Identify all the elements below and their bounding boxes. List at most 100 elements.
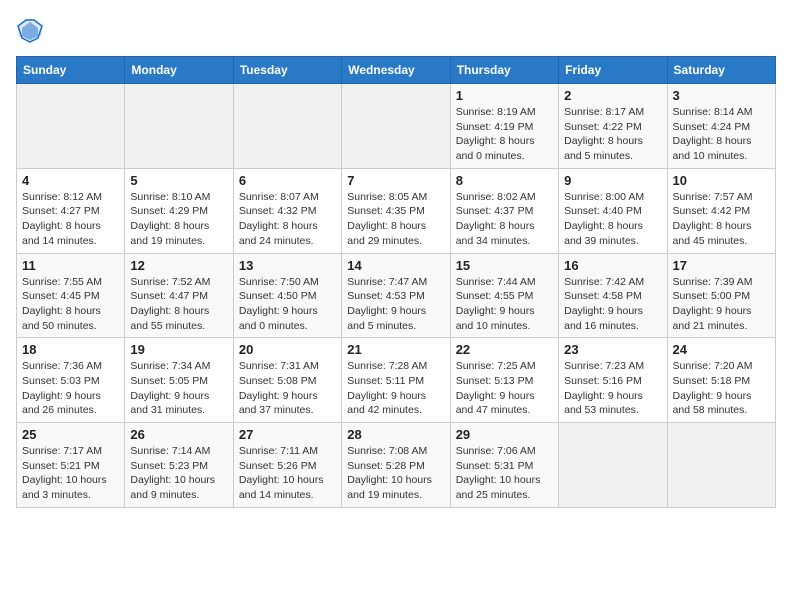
day-info: Sunrise: 7:25 AMSunset: 5:13 PMDaylight:… bbox=[456, 359, 553, 418]
day-cell: 6Sunrise: 8:07 AMSunset: 4:32 PMDaylight… bbox=[233, 168, 341, 253]
day-number: 16 bbox=[564, 258, 661, 273]
day-number: 29 bbox=[456, 427, 553, 442]
day-info: Sunrise: 7:52 AMSunset: 4:47 PMDaylight:… bbox=[130, 275, 227, 334]
day-info: Sunrise: 7:36 AMSunset: 5:03 PMDaylight:… bbox=[22, 359, 119, 418]
day-cell: 20 Sunrise: 7:31 AMSunset: 5:08 PMDayligh… bbox=[233, 338, 341, 423]
day-info: Sunrise: 8:19 AMSunset: 4:19 PMDaylight:… bbox=[456, 105, 553, 164]
day-info: Sunrise: 7:28 AMSunset: 5:11 PMDaylight:… bbox=[347, 359, 444, 418]
day-info: Sunrise: 7:42 AMSunset: 4:58 PMDaylight:… bbox=[564, 275, 661, 334]
week-row-2: 4 Sunrise: 8:12 AMSunset: 4:27 PMDaylight… bbox=[17, 168, 776, 253]
day-cell: 16 Sunrise: 7:42 AMSunset: 4:58 PMDayligh… bbox=[559, 253, 667, 338]
day-cell: 10 Sunrise: 7:57 AMSunset: 4:42 PMDayligh… bbox=[667, 168, 775, 253]
day-info: Sunrise: 7:34 AMSunset: 5:05 PMDaylight:… bbox=[130, 359, 227, 418]
day-cell: 25 Sunrise: 7:17 AMSunset: 5:21 PMDayligh… bbox=[17, 423, 125, 508]
day-number: 7 bbox=[347, 173, 444, 188]
day-number: 25 bbox=[22, 427, 119, 442]
day-info: Sunrise: 7:31 AMSunset: 5:08 PMDaylight:… bbox=[239, 359, 336, 418]
header-friday: Friday bbox=[559, 57, 667, 84]
day-info: Sunrise: 8:12 AMSunset: 4:27 PMDaylight:… bbox=[22, 190, 119, 249]
day-number: 4 bbox=[22, 173, 119, 188]
day-number: 5 bbox=[130, 173, 227, 188]
day-info: Sunrise: 7:44 AMSunset: 4:55 PMDaylight:… bbox=[456, 275, 553, 334]
day-cell bbox=[342, 84, 450, 169]
day-cell: 24Sunrise: 7:20 AMSunset: 5:18 PMDayligh… bbox=[667, 338, 775, 423]
calendar-table: SundayMondayTuesdayWednesdayThursdayFrid… bbox=[16, 56, 776, 508]
logo-icon bbox=[16, 16, 44, 44]
day-number: 19 bbox=[130, 342, 227, 357]
day-cell: 5 Sunrise: 8:10 AMSunset: 4:29 PMDaylight… bbox=[125, 168, 233, 253]
day-number: 18 bbox=[22, 342, 119, 357]
day-info: Sunrise: 8:10 AMSunset: 4:29 PMDaylight:… bbox=[130, 190, 227, 249]
day-cell: 21 Sunrise: 7:28 AMSunset: 5:11 PMDayligh… bbox=[342, 338, 450, 423]
week-row-4: 18 Sunrise: 7:36 AMSunset: 5:03 PMDayligh… bbox=[17, 338, 776, 423]
day-info: Sunrise: 8:07 AMSunset: 4:32 PMDaylight:… bbox=[239, 190, 336, 249]
day-cell: 9Sunrise: 8:00 AMSunset: 4:40 PMDaylight… bbox=[559, 168, 667, 253]
day-info: Sunrise: 7:14 AMSunset: 5:23 PMDaylight:… bbox=[130, 444, 227, 503]
day-number: 24 bbox=[673, 342, 770, 357]
day-cell: 14Sunrise: 7:47 AMSunset: 4:53 PMDayligh… bbox=[342, 253, 450, 338]
day-cell: 2 Sunrise: 8:17 AMSunset: 4:22 PMDaylight… bbox=[559, 84, 667, 169]
day-number: 21 bbox=[347, 342, 444, 357]
day-info: Sunrise: 7:23 AMSunset: 5:16 PMDaylight:… bbox=[564, 359, 661, 418]
page-header bbox=[16, 16, 776, 44]
logo bbox=[16, 16, 48, 44]
day-cell: 29 Sunrise: 7:06 AMSunset: 5:31 PMDayligh… bbox=[450, 423, 558, 508]
day-cell bbox=[667, 423, 775, 508]
day-cell: 8 Sunrise: 8:02 AMSunset: 4:37 PMDaylight… bbox=[450, 168, 558, 253]
day-info: Sunrise: 8:14 AMSunset: 4:24 PMDaylight:… bbox=[673, 105, 770, 164]
header-thursday: Thursday bbox=[450, 57, 558, 84]
day-cell: 1 Sunrise: 8:19 AMSunset: 4:19 PMDaylight… bbox=[450, 84, 558, 169]
calendar-header-row: SundayMondayTuesdayWednesdayThursdayFrid… bbox=[17, 57, 776, 84]
day-number: 27 bbox=[239, 427, 336, 442]
day-cell bbox=[17, 84, 125, 169]
day-number: 12 bbox=[130, 258, 227, 273]
day-cell: 17Sunrise: 7:39 AMSunset: 5:00 PMDayligh… bbox=[667, 253, 775, 338]
day-number: 23 bbox=[564, 342, 661, 357]
week-row-3: 11 Sunrise: 7:55 AMSunset: 4:45 PMDayligh… bbox=[17, 253, 776, 338]
day-info: Sunrise: 7:47 AMSunset: 4:53 PMDaylight:… bbox=[347, 275, 444, 334]
day-cell: 22 Sunrise: 7:25 AMSunset: 5:13 PMDayligh… bbox=[450, 338, 558, 423]
day-cell bbox=[125, 84, 233, 169]
day-cell: 28 Sunrise: 7:08 AMSunset: 5:28 PMDayligh… bbox=[342, 423, 450, 508]
day-cell: 7 Sunrise: 8:05 AMSunset: 4:35 PMDaylight… bbox=[342, 168, 450, 253]
day-info: Sunrise: 7:50 AMSunset: 4:50 PMDaylight:… bbox=[239, 275, 336, 334]
day-info: Sunrise: 7:11 AMSunset: 5:26 PMDaylight:… bbox=[239, 444, 336, 503]
day-cell bbox=[559, 423, 667, 508]
day-cell: 19 Sunrise: 7:34 AMSunset: 5:05 PMDayligh… bbox=[125, 338, 233, 423]
week-row-5: 25 Sunrise: 7:17 AMSunset: 5:21 PMDayligh… bbox=[17, 423, 776, 508]
day-info: Sunrise: 7:17 AMSunset: 5:21 PMDaylight:… bbox=[22, 444, 119, 503]
day-number: 28 bbox=[347, 427, 444, 442]
header-tuesday: Tuesday bbox=[233, 57, 341, 84]
day-info: Sunrise: 7:06 AMSunset: 5:31 PMDaylight:… bbox=[456, 444, 553, 503]
header-monday: Monday bbox=[125, 57, 233, 84]
day-cell: 11 Sunrise: 7:55 AMSunset: 4:45 PMDayligh… bbox=[17, 253, 125, 338]
day-info: Sunrise: 8:00 AMSunset: 4:40 PMDaylight:… bbox=[564, 190, 661, 249]
header-wednesday: Wednesday bbox=[342, 57, 450, 84]
day-number: 13 bbox=[239, 258, 336, 273]
day-number: 20 bbox=[239, 342, 336, 357]
day-cell: 13 Sunrise: 7:50 AMSunset: 4:50 PMDayligh… bbox=[233, 253, 341, 338]
day-number: 11 bbox=[22, 258, 119, 273]
day-number: 8 bbox=[456, 173, 553, 188]
day-number: 22 bbox=[456, 342, 553, 357]
day-cell: 3Sunrise: 8:14 AMSunset: 4:24 PMDaylight… bbox=[667, 84, 775, 169]
day-info: Sunrise: 8:17 AMSunset: 4:22 PMDaylight:… bbox=[564, 105, 661, 164]
day-info: Sunrise: 8:02 AMSunset: 4:37 PMDaylight:… bbox=[456, 190, 553, 249]
day-info: Sunrise: 7:08 AMSunset: 5:28 PMDaylight:… bbox=[347, 444, 444, 503]
day-info: Sunrise: 7:57 AMSunset: 4:42 PMDaylight:… bbox=[673, 190, 770, 249]
day-cell: 27 Sunrise: 7:11 AMSunset: 5:26 PMDayligh… bbox=[233, 423, 341, 508]
header-saturday: Saturday bbox=[667, 57, 775, 84]
day-number: 15 bbox=[456, 258, 553, 273]
day-info: Sunrise: 8:05 AMSunset: 4:35 PMDaylight:… bbox=[347, 190, 444, 249]
day-number: 1 bbox=[456, 88, 553, 103]
day-cell: 12 Sunrise: 7:52 AMSunset: 4:47 PMDayligh… bbox=[125, 253, 233, 338]
day-number: 10 bbox=[673, 173, 770, 188]
day-cell: 23 Sunrise: 7:23 AMSunset: 5:16 PMDayligh… bbox=[559, 338, 667, 423]
day-cell: 26 Sunrise: 7:14 AMSunset: 5:23 PMDayligh… bbox=[125, 423, 233, 508]
day-number: 2 bbox=[564, 88, 661, 103]
header-sunday: Sunday bbox=[17, 57, 125, 84]
day-number: 17 bbox=[673, 258, 770, 273]
day-number: 26 bbox=[130, 427, 227, 442]
day-info: Sunrise: 7:55 AMSunset: 4:45 PMDaylight:… bbox=[22, 275, 119, 334]
week-row-1: 1 Sunrise: 8:19 AMSunset: 4:19 PMDaylight… bbox=[17, 84, 776, 169]
